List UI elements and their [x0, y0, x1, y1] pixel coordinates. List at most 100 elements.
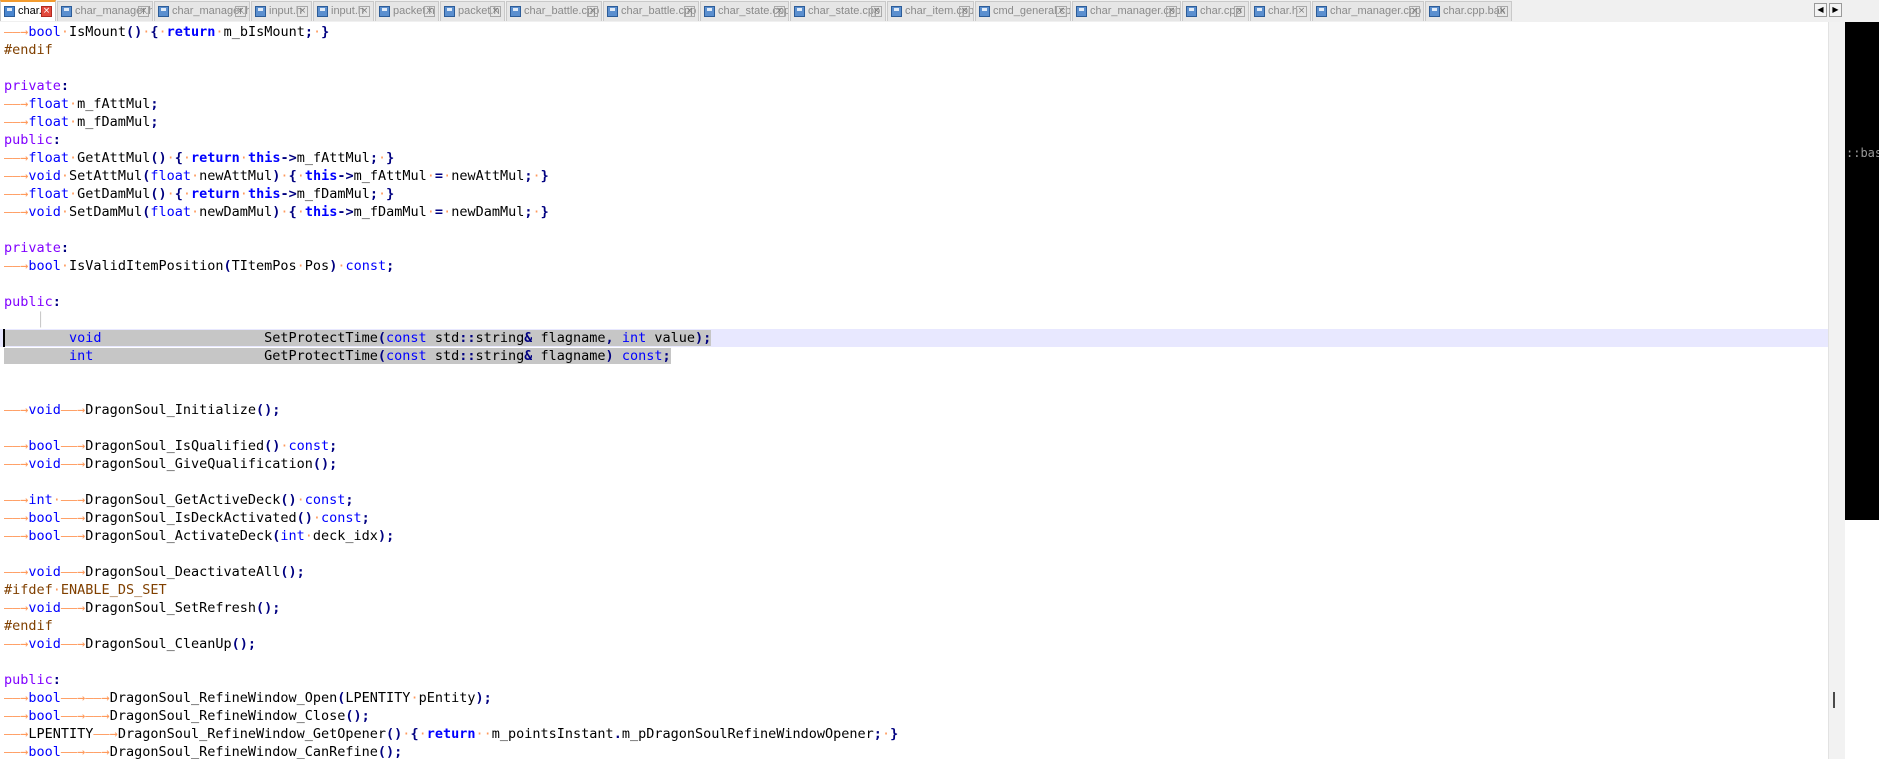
code-token: ); — [377, 528, 395, 544]
code-line[interactable]: ——→float·m_fAttMul; — [0, 95, 1828, 113]
code-line[interactable]: ——→bool——→——→DragonSoul_RefineWindow_Can… — [0, 743, 1828, 759]
code-line[interactable]: ——→bool——→——→DragonSoul_RefineWindow_Ope… — [0, 689, 1828, 707]
file-icon — [794, 6, 805, 17]
tab-4[interactable]: input.h × — [313, 1, 374, 21]
code-line[interactable]: ——→float·m_fDamMul; — [0, 113, 1828, 131]
tab-15[interactable]: char.h × — [1250, 1, 1311, 21]
tab-13[interactable]: char_manager.cpp × — [1072, 1, 1181, 21]
code-line[interactable]: ——→float·GetAttMul()·{·return·this->m_fA… — [0, 149, 1828, 167]
code-line[interactable]: ——→bool——→——→DragonSoul_RefineWindow_Clo… — [0, 707, 1828, 725]
close-icon[interactable]: × — [297, 6, 308, 17]
code-line[interactable] — [0, 653, 1828, 671]
tab-3[interactable]: input.h × — [251, 1, 312, 21]
code-token: ) — [605, 348, 614, 364]
code-line[interactable]: ——→bool——→DragonSoul_IsDeckActivated()·c… — [0, 509, 1828, 527]
close-icon[interactable]: × — [684, 6, 695, 17]
code-line[interactable]: ——→float·GetDamMul()·{·return·this->m_fD… — [0, 185, 1828, 203]
close-icon[interactable]: × — [959, 6, 970, 17]
vertical-scrollbar[interactable] — [1828, 22, 1845, 759]
code-token: ; — [345, 492, 354, 508]
code-token: · — [69, 150, 78, 166]
tab-2[interactable]: char_manager.h × — [154, 1, 250, 21]
tab-0[interactable]: char.h × — [0, 0, 56, 21]
code-line[interactable]: ——→void——→DragonSoul_GiveQualification()… — [0, 455, 1828, 473]
tab-7[interactable]: char_battle.cpp × — [506, 1, 602, 21]
tab-16[interactable]: char_manager.cpp × — [1312, 1, 1424, 21]
code-line[interactable]: private: — [0, 77, 1828, 95]
close-icon[interactable]: × — [359, 6, 370, 17]
close-icon[interactable]: × — [138, 6, 149, 17]
code-token: :: — [459, 348, 476, 364]
code-token: const — [386, 330, 427, 346]
code-line[interactable]: ——→LPENTITY——→DragonSoul_RefineWindow_Ge… — [0, 725, 1828, 743]
close-icon[interactable]: × — [1409, 6, 1420, 17]
code-line[interactable]: #ifdef·ENABLE_DS_SET — [0, 581, 1828, 599]
code-line[interactable]: int GetProtectTime(const std::string& fl… — [0, 347, 1828, 365]
tab-11[interactable]: char_item.cpp × — [887, 1, 974, 21]
code-editor[interactable]: ——→bool·IsMount()·{·return·m_bIsMount;·}… — [0, 22, 1828, 759]
close-icon[interactable]: × — [774, 6, 785, 17]
code-line[interactable]: ——→void——→DragonSoul_Initialize(); — [0, 401, 1828, 419]
code-token: return — [191, 150, 240, 166]
close-icon[interactable]: × — [871, 6, 882, 17]
tab-label: char_state.cpp — [808, 5, 881, 17]
code-token: void — [28, 564, 61, 580]
code-line[interactable]: #endif — [0, 617, 1828, 635]
code-line[interactable]: private: — [0, 239, 1828, 257]
code-line[interactable]: ——→void——→DragonSoul_CleanUp(); — [0, 635, 1828, 653]
code-token: · — [443, 168, 452, 184]
code-token: int — [280, 528, 305, 544]
code-line[interactable]: ——→void·SetAttMul(float·newAttMul)·{·thi… — [0, 167, 1828, 185]
tab-9[interactable]: char_state.cpp × — [700, 1, 789, 21]
code-line[interactable]: #endif — [0, 41, 1828, 59]
close-icon[interactable]: × — [1166, 6, 1177, 17]
code-token: bool — [28, 438, 61, 454]
tab-12[interactable]: cmd_general.cpp × — [975, 1, 1071, 21]
code-line[interactable]: ——→bool·IsValidItemPosition(TItemPos·Pos… — [0, 257, 1828, 275]
code-line[interactable]: │ — [0, 311, 1828, 329]
scroll-tabs-right-icon[interactable]: ▶ — [1829, 3, 1842, 17]
code-line[interactable]: ——→void·SetDamMul(float·newDamMul)·{·thi… — [0, 203, 1828, 221]
tab-5[interactable]: packet.h × — [375, 1, 439, 21]
tab-10[interactable]: char_state.cpp × — [790, 1, 886, 21]
close-icon[interactable]: × — [1296, 6, 1307, 17]
code-token: m_pDragonSoulRefineWindowOpener — [621, 726, 874, 742]
tab-17[interactable]: char.cpp.bak × — [1425, 1, 1512, 21]
tab-6[interactable]: packet.h × — [440, 1, 505, 21]
code-line[interactable]: ——→bool——→DragonSoul_ActivateDeck(int·de… — [0, 527, 1828, 545]
tab-14[interactable]: char.cpp × — [1182, 1, 1249, 21]
scrollbar-thumb[interactable] — [1833, 692, 1835, 708]
tab-1[interactable]: char_manager.h × — [57, 1, 153, 21]
code-line[interactable] — [0, 383, 1828, 401]
close-icon[interactable]: × — [424, 6, 435, 17]
code-line[interactable]: ——→bool·IsMount()·{·return·m_bIsMount;·} — [0, 23, 1828, 41]
close-icon[interactable]: × — [1056, 6, 1067, 17]
tab-8[interactable]: char_battle.cpp × — [603, 1, 699, 21]
code-token: · — [280, 168, 289, 184]
code-line[interactable]: ——→int·——→DragonSoul_GetActiveDeck()·con… — [0, 491, 1828, 509]
code-token: ; — [386, 258, 395, 274]
code-line[interactable] — [0, 275, 1828, 293]
code-line[interactable] — [0, 473, 1828, 491]
close-icon[interactable]: × — [1497, 6, 1508, 17]
code-token: return — [166, 24, 216, 40]
close-icon[interactable]: × — [490, 6, 501, 17]
code-line[interactable] — [0, 419, 1828, 437]
code-line[interactable]: public: — [0, 671, 1828, 689]
code-line[interactable]: public: — [0, 293, 1828, 311]
code-line[interactable]: ——→bool——→DragonSoul_IsQualified()·const… — [0, 437, 1828, 455]
code-token: private — [4, 240, 61, 256]
code-line[interactable]: ——→void——→DragonSoul_DeactivateAll(); — [0, 563, 1828, 581]
code-line[interactable]: public: — [0, 131, 1828, 149]
scroll-tabs-left-icon[interactable]: ◀ — [1814, 3, 1827, 17]
code-line[interactable]: ——→void——→DragonSoul_SetRefresh(); — [0, 599, 1828, 617]
code-line[interactable]: void SetProtectTime(const std::string& f… — [0, 329, 1828, 347]
close-icon[interactable]: × — [41, 6, 52, 17]
code-line[interactable] — [0, 221, 1828, 239]
close-icon[interactable]: × — [1234, 6, 1245, 17]
close-icon[interactable]: × — [235, 6, 246, 17]
close-icon[interactable]: × — [587, 6, 598, 17]
code-line[interactable] — [0, 365, 1828, 383]
code-line[interactable] — [0, 545, 1828, 563]
code-line[interactable] — [0, 59, 1828, 77]
